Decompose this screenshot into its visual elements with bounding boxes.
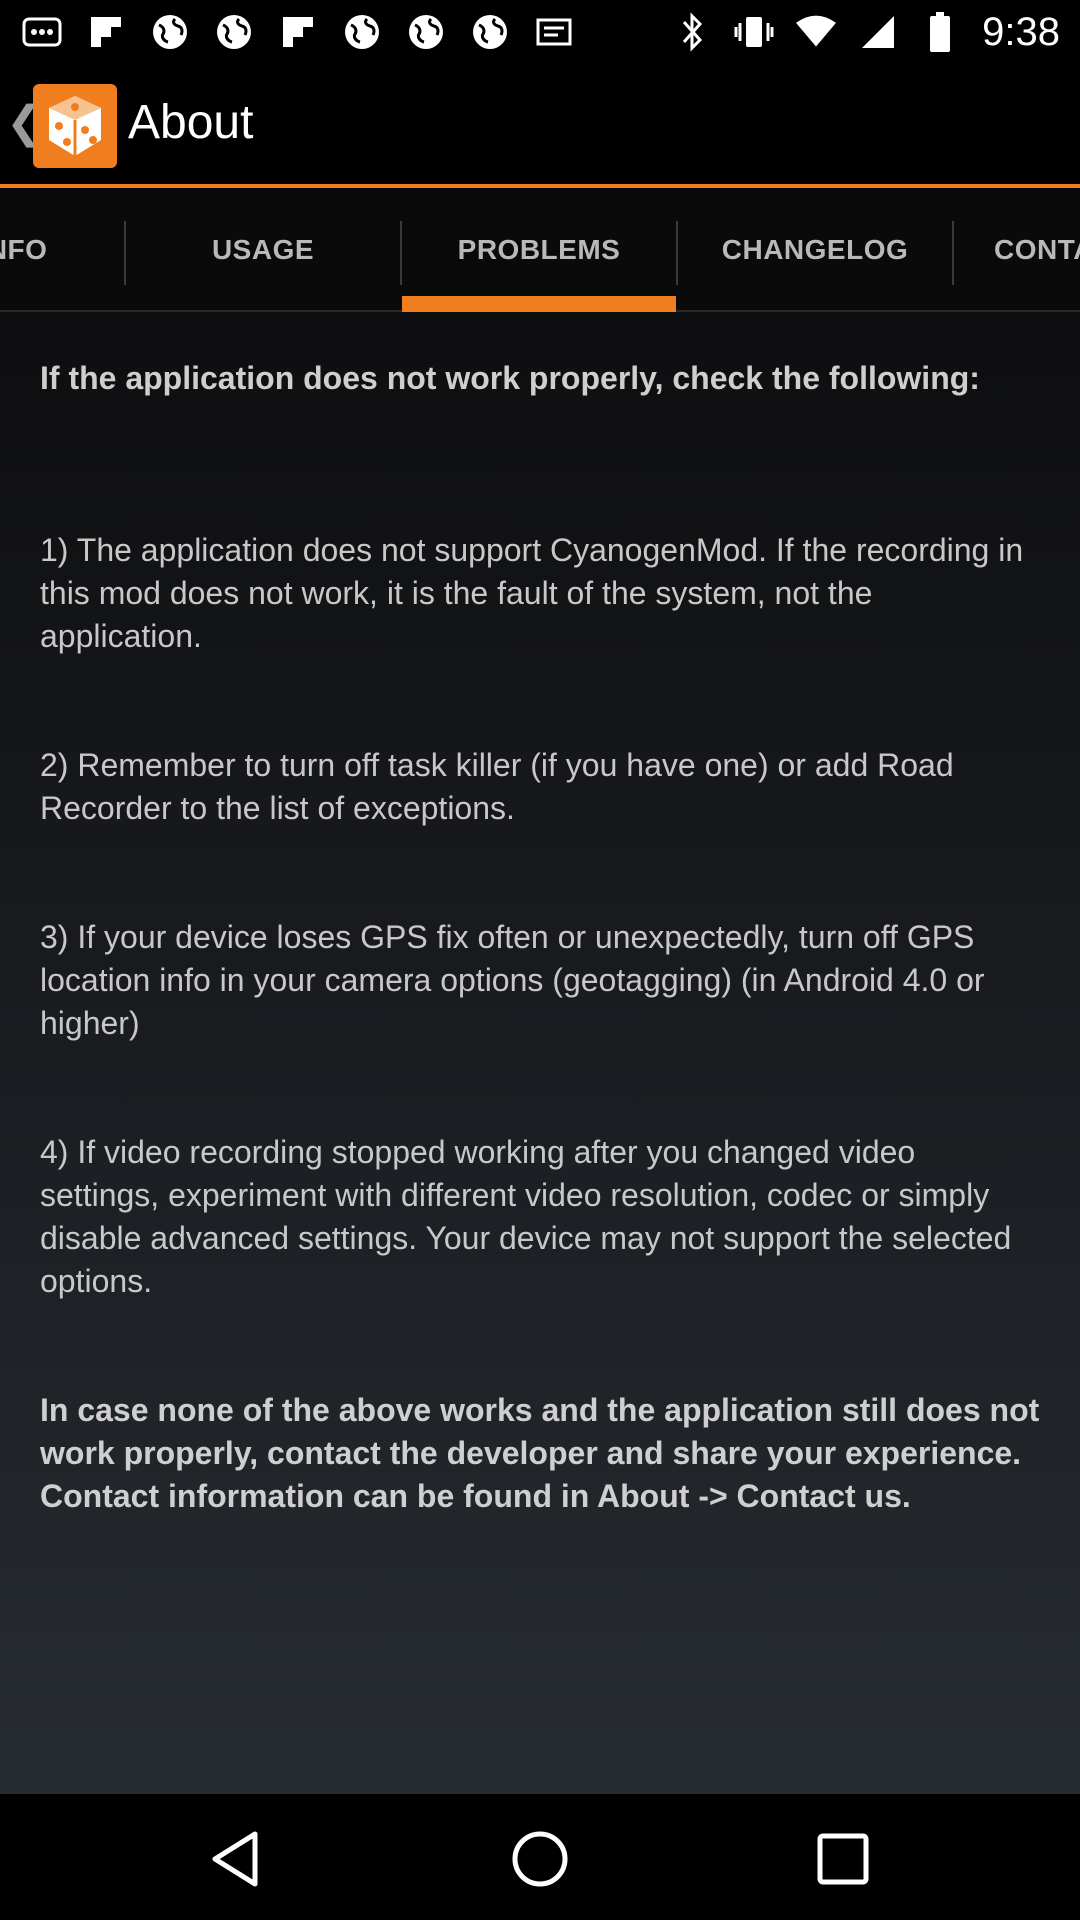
active-tab-indicator	[402, 296, 676, 312]
tab-info[interactable]: INFO	[0, 188, 124, 312]
back-icon[interactable]	[205, 1826, 271, 1892]
tab-changelog[interactable]: CHANGELOG	[678, 188, 952, 312]
globe-icon	[214, 12, 254, 52]
app-logo	[33, 84, 117, 168]
message-icon	[534, 12, 574, 52]
notification-icons	[22, 12, 574, 52]
clock: 9:38	[982, 9, 1060, 54]
tab-label: USAGE	[211, 234, 315, 265]
flipboard-icon	[86, 12, 126, 52]
action-bar: ❮ About	[0, 63, 1080, 184]
tab-divider	[952, 221, 954, 285]
bluetooth-icon	[672, 12, 712, 52]
page-title: About	[128, 96, 254, 149]
globe-icon	[342, 12, 382, 52]
vibrate-icon	[734, 12, 774, 52]
tab-label: PROBLEMS	[457, 234, 621, 265]
battery-icon	[920, 12, 960, 52]
tab-label: CONTACT	[994, 234, 1080, 265]
wifi-icon	[796, 12, 837, 52]
list-item: 4) If video recording stopped working af…	[40, 1134, 1012, 1299]
problems-content[interactable]: If the application does not work properl…	[0, 312, 1080, 1794]
home-icon[interactable]	[507, 1826, 573, 1892]
navigation-bar	[0, 1794, 1080, 1920]
tab-usage[interactable]: USAGE	[126, 188, 400, 312]
tab-label: CHANGELOG	[721, 234, 909, 265]
recents-icon[interactable]	[810, 1826, 876, 1892]
tab-problems[interactable]: PROBLEMS	[402, 188, 676, 312]
tab-contact[interactable]: CONTACT	[994, 188, 1080, 312]
list-item: 1) The application does not support Cyan…	[40, 532, 1024, 654]
list-item: 3) If your device loses GPS fix often or…	[40, 919, 985, 1041]
globe-icon	[406, 12, 446, 52]
globe-icon	[150, 12, 190, 52]
signal-icon	[858, 12, 898, 52]
system-icons: 9:38	[672, 8, 1060, 56]
list-item: 2) Remember to turn off task killer (if …	[40, 747, 954, 826]
tab-bar: INFO USAGE PROBLEMS CHANGELOG CONTACT	[0, 188, 1080, 312]
globe-icon	[470, 12, 510, 52]
intro-text: If the application does not work properl…	[40, 360, 980, 396]
up-button[interactable]: ❮ About	[0, 63, 254, 184]
notification-icon	[22, 12, 62, 52]
outro-text: In case none of the above works and the …	[40, 1392, 1040, 1514]
status-bar: 9:38	[0, 0, 1080, 63]
flipboard-icon	[278, 12, 318, 52]
tab-label: INFO	[0, 234, 48, 265]
